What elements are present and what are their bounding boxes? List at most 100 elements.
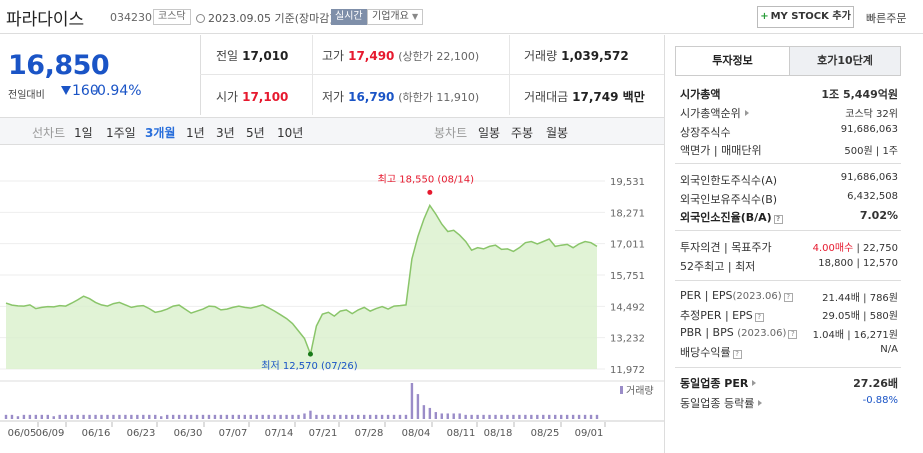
divider (675, 163, 901, 164)
tab-1y[interactable]: 1년 (186, 124, 205, 141)
tab-weekly[interactable]: 주봉 (511, 124, 533, 141)
sector-per-row: 동일업종 PER 27.26배 (680, 377, 898, 390)
volume-bar (595, 414, 599, 419)
volume-bar (106, 414, 109, 419)
tab-3m[interactable]: 3개월 (145, 124, 175, 141)
divider (200, 35, 201, 115)
tab-invest-info[interactable]: 투자정보 (676, 47, 789, 75)
right-tabs: 투자정보 호가10단계 (675, 46, 901, 76)
volume-bar (76, 414, 79, 419)
change-label: 전일대비 (8, 90, 45, 101)
quote-high: 고가 17,490 (상한가 22,100) (322, 49, 480, 63)
volume-bar (213, 414, 217, 419)
volume-bar (64, 414, 67, 419)
volume-bar (70, 414, 73, 419)
help-icon[interactable]: ? (783, 293, 793, 302)
tab-ask-10[interactable]: 호가10단계 (789, 47, 900, 75)
mystock-add-button[interactable]: + MY STOCK 추가 (757, 6, 854, 28)
volume-bar (333, 414, 336, 419)
y-tick-label: 15,751 (610, 271, 645, 282)
volume-bar (124, 414, 127, 419)
volume-bar (404, 414, 408, 419)
volume-bar (464, 414, 467, 419)
volume-legend-swatch (620, 386, 623, 394)
live-button[interactable]: 실시간 (331, 9, 367, 25)
current-price: 16,850 (8, 50, 110, 81)
price-chart[interactable]: 19,531 18,271 17,011 15,751 14,492 13,232 11,9… (0, 145, 664, 453)
volume-bar (386, 414, 390, 419)
tab-daily[interactable]: 일봉 (478, 124, 500, 141)
candle-chart-label: 봉차트 (434, 126, 468, 140)
max-label: 최고 18,550 (08/14) (378, 173, 474, 185)
volume-bar (321, 414, 324, 419)
volume-bar (565, 414, 569, 419)
change-percent: -0.94% (92, 83, 142, 99)
volume-bar (327, 414, 330, 419)
volume-bar (249, 414, 252, 419)
est-per-row: 추정PER | EPS? 29.05배 | 580원 (680, 309, 898, 322)
company-info-dropdown[interactable]: 기업개요 ▼ (367, 9, 424, 25)
x-tick-label: 08/11 (447, 428, 476, 439)
volume-bar (339, 414, 342, 419)
clock-icon (196, 14, 205, 23)
tab-10y[interactable]: 10년 (277, 124, 303, 141)
x-tick-label: 06/16 (82, 428, 111, 439)
volume-bar (243, 414, 246, 419)
arrow-right-icon (758, 400, 763, 406)
plus-icon: + (760, 11, 769, 22)
volume-legend-label: 거래량 (626, 385, 654, 397)
volume-bar (524, 414, 527, 419)
volume-bar (58, 414, 61, 419)
y-tick-label: 19,531 (610, 177, 645, 188)
x-tick-label: 07/07 (219, 428, 248, 439)
market-badge: 코스닥 (153, 9, 191, 25)
volume-bar (303, 413, 306, 419)
quote-low: 저가 16,790 (하한가 11,910) (322, 90, 480, 104)
foreign-ratio-row: 외국인소진율(B/A)? 7.02% (680, 209, 898, 224)
tab-3y[interactable]: 3년 (216, 124, 235, 141)
volume-bar (207, 414, 211, 419)
volume-bar (446, 413, 449, 419)
volume-bar (189, 414, 193, 419)
help-icon[interactable]: ? (773, 215, 783, 224)
help-icon[interactable]: ? (732, 350, 742, 359)
volume-bar (94, 414, 97, 419)
x-tick-label: 06/09 (36, 428, 65, 439)
divider (200, 74, 664, 75)
volume-bar (160, 416, 163, 419)
foreign-limit-row: 외국인한도주식수(A) 91,686,063 (680, 172, 898, 187)
help-icon[interactable]: ? (754, 313, 764, 322)
tab-1d[interactable]: 1일 (74, 124, 93, 141)
volume-bar (351, 414, 354, 419)
x-tick-label: 09/01 (575, 428, 604, 439)
y-tick-label: 18,271 (610, 208, 645, 219)
help-icon[interactable]: ? (788, 330, 798, 339)
volume-bar (362, 414, 366, 419)
divider (312, 35, 313, 115)
volume-bar (559, 414, 563, 419)
volume-bar (410, 383, 414, 419)
volume-bar (46, 414, 49, 419)
volume-bar (118, 414, 121, 419)
x-tick-label: 06/23 (127, 428, 156, 439)
market-cap-row: 시가총액 1조 5,449억원 (680, 88, 898, 101)
opinion-row: 투자의견 | 목표주가 4.00매수 | 22,750 (680, 241, 898, 254)
divider (675, 367, 901, 368)
tab-5y[interactable]: 5년 (246, 124, 265, 141)
x-tick-label: 06/05 (8, 428, 37, 439)
quote-prev: 전일 17,010 (216, 49, 289, 63)
volume-bar (548, 414, 551, 419)
volume-bar (201, 414, 205, 419)
volume-bar (154, 414, 157, 419)
volume-bar (285, 414, 288, 419)
volume-bar (571, 414, 575, 419)
min-marker (307, 351, 313, 357)
volume-bar (577, 414, 581, 419)
tab-1w[interactable]: 1주일 (106, 124, 136, 141)
tab-monthly[interactable]: 월봉 (546, 124, 568, 141)
x-axis: 06/05 06/09 06/16 06/23 06/30 07/07 07/14 07/21… (8, 422, 606, 439)
x-tick-label: 06/30 (174, 428, 203, 439)
x-tick-label: 08/04 (402, 428, 431, 439)
quick-order-link[interactable]: 빠른주문 (866, 10, 906, 26)
volume-bar (16, 416, 20, 419)
